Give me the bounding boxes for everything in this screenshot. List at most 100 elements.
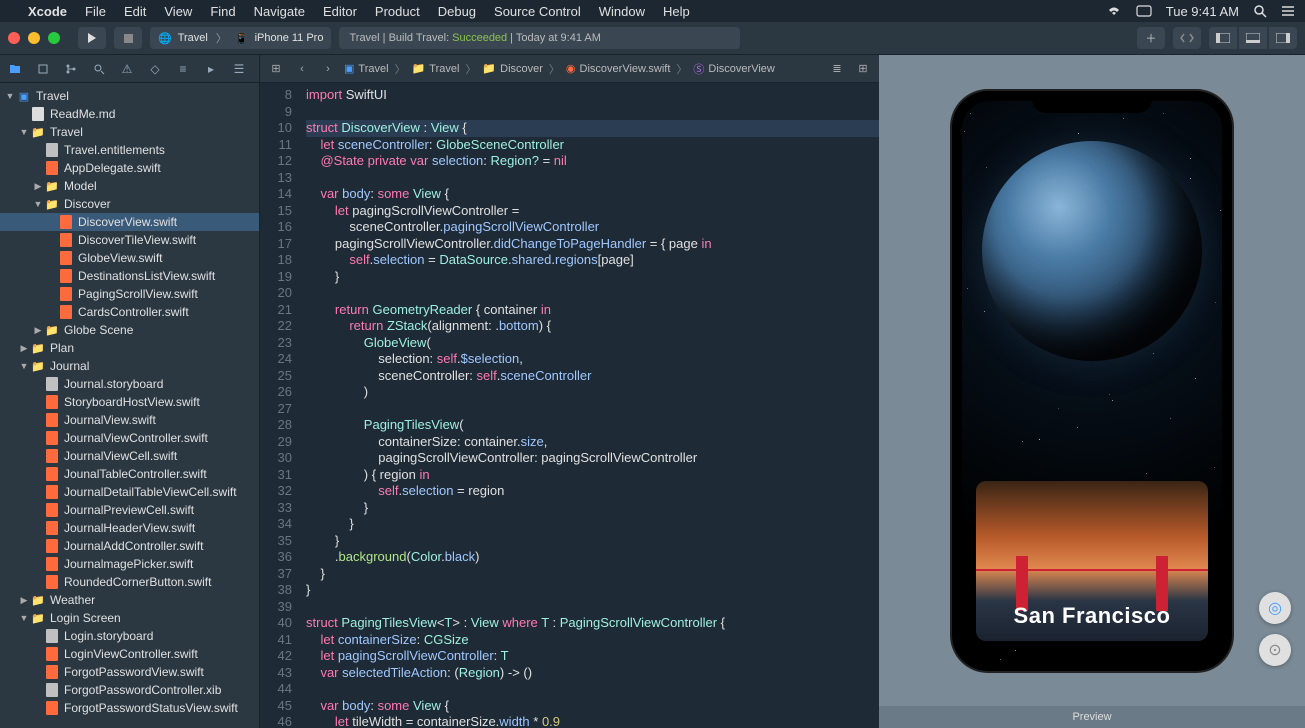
tree-item[interactable]: ▶📁Globe Scene <box>0 321 259 339</box>
tree-item[interactable]: JournalHeaderView.swift <box>0 519 259 537</box>
tree-item[interactable]: ▼▣Travel <box>0 87 259 105</box>
disclosure-triangle-icon[interactable]: ▶ <box>32 181 44 192</box>
source-editor[interactable]: 8910111213141516171819202122232425262728… <box>260 83 879 728</box>
project-navigator-icon[interactable] <box>6 60 24 78</box>
adjust-editor-options-icon[interactable]: ≣ <box>827 60 847 78</box>
minimize-window-button[interactable] <box>28 32 40 44</box>
control-center-icon[interactable] <box>1136 5 1152 17</box>
tree-item[interactable]: DestinationsListView.swift <box>0 267 259 285</box>
tree-item[interactable]: RoundedCornerButton.swift <box>0 573 259 591</box>
report-navigator-icon[interactable]: ☰ <box>230 60 248 78</box>
tree-item[interactable]: AppDelegate.swift <box>0 159 259 177</box>
tree-item[interactable]: JournalDetailTableViewCell.swift <box>0 483 259 501</box>
tree-item[interactable]: Travel.entitlements <box>0 141 259 159</box>
tree-item[interactable]: CardsController.swift <box>0 303 259 321</box>
forward-button[interactable]: › <box>318 60 338 78</box>
live-preview-button[interactable]: ◎ <box>1259 592 1291 624</box>
scheme-selector[interactable]: 🌐 Travel 〉 📱 iPhone 11 Pro <box>150 27 331 49</box>
code-lines[interactable]: import SwiftUI struct DiscoverView : Vie… <box>300 83 879 728</box>
app-menu[interactable]: Xcode <box>28 4 67 19</box>
disclosure-triangle-icon[interactable]: ▶ <box>32 325 44 336</box>
tree-item[interactable]: Journal.storyboard <box>0 375 259 393</box>
stop-button[interactable] <box>114 27 142 49</box>
code-review-button[interactable] <box>1173 27 1201 49</box>
activity-status: Succeeded <box>452 32 507 44</box>
project-tree[interactable]: ▼▣TravelReadMe.md▼📁TravelTravel.entitlem… <box>0 83 259 721</box>
tree-item[interactable]: ▼📁Journal <box>0 357 259 375</box>
tree-item[interactable]: ▼📁Travel <box>0 123 259 141</box>
tree-item[interactable]: JournalAddController.swift <box>0 537 259 555</box>
tree-item[interactable]: StoryboardHostView.swift <box>0 393 259 411</box>
disclosure-triangle-icon[interactable]: ▶ <box>18 595 30 606</box>
menu-find[interactable]: Find <box>210 4 235 19</box>
tree-item[interactable]: DiscoverTileView.swift <box>0 231 259 249</box>
tree-item[interactable]: ▶📁Plan <box>0 339 259 357</box>
toggle-debug-button[interactable] <box>1239 27 1267 49</box>
jumpbar-seg-0[interactable]: ▣Travel <box>344 62 389 75</box>
menu-extras-icon[interactable] <box>1281 5 1295 17</box>
tree-item[interactable]: JournalPreviewCell.swift <box>0 501 259 519</box>
disclosure-triangle-icon[interactable]: ▼ <box>32 199 44 209</box>
jumpbar-seg-2[interactable]: 📁Discover <box>482 62 543 75</box>
jumpbar-seg-4[interactable]: ⓈDiscoverView <box>693 61 774 77</box>
menu-file[interactable]: File <box>85 4 106 19</box>
toggle-navigator-button[interactable] <box>1209 27 1237 49</box>
tree-item[interactable]: LoginViewController.swift <box>0 645 259 663</box>
menu-view[interactable]: View <box>164 4 192 19</box>
wifi-icon[interactable] <box>1106 5 1122 17</box>
clock[interactable]: Tue 9:41 AM <box>1166 4 1239 19</box>
activity-viewer[interactable]: Travel | Build Travel: Succeeded | Today… <box>339 27 740 49</box>
add-editor-icon[interactable]: ⊞ <box>853 60 873 78</box>
menu-source-control[interactable]: Source Control <box>494 4 581 19</box>
related-items-icon[interactable]: ⊞ <box>266 60 286 78</box>
library-button[interactable]: ＋ <box>1137 27 1165 49</box>
preview-screen[interactable]: San Francisco <box>962 101 1222 661</box>
zoom-window-button[interactable] <box>48 32 60 44</box>
menu-navigate[interactable]: Navigate <box>254 4 305 19</box>
tree-item[interactable]: JournalViewCell.swift <box>0 447 259 465</box>
issue-navigator-icon[interactable]: ⚠ <box>118 60 136 78</box>
tree-item[interactable]: ▶📁Weather <box>0 591 259 609</box>
menu-product[interactable]: Product <box>375 4 420 19</box>
menu-editor[interactable]: Editor <box>323 4 357 19</box>
disclosure-triangle-icon[interactable]: ▼ <box>18 127 30 137</box>
tree-item[interactable]: ForgotPasswordController.xib <box>0 681 259 699</box>
disclosure-triangle-icon[interactable]: ▼ <box>18 361 30 371</box>
run-button[interactable] <box>78 27 106 49</box>
tree-item[interactable]: JounalTableController.swift <box>0 465 259 483</box>
preview-on-device-button[interactable]: ⊙ <box>1259 634 1291 666</box>
jumpbar-seg-3[interactable]: ◉DiscoverView.swift <box>566 62 671 75</box>
tree-item[interactable]: ▼📁Discover <box>0 195 259 213</box>
tree-item[interactable]: ForgotPasswordStatusView.swift <box>0 699 259 717</box>
line-gutter[interactable]: 8910111213141516171819202122232425262728… <box>260 83 300 728</box>
tree-item[interactable]: ▼📁Login Screen <box>0 609 259 627</box>
tree-item[interactable]: JournalViewController.swift <box>0 429 259 447</box>
tree-item[interactable]: PagingScrollView.swift <box>0 285 259 303</box>
disclosure-triangle-icon[interactable]: ▼ <box>4 91 16 101</box>
tree-item[interactable]: ReadMe.md <box>0 105 259 123</box>
tree-item[interactable]: Login.storyboard <box>0 627 259 645</box>
jumpbar-seg-1[interactable]: 📁Travel <box>412 62 460 75</box>
spotlight-icon[interactable] <box>1253 4 1267 18</box>
disclosure-triangle-icon[interactable]: ▼ <box>18 613 30 623</box>
find-navigator-icon[interactable] <box>90 60 108 78</box>
back-button[interactable]: ‹ <box>292 60 312 78</box>
breakpoint-navigator-icon[interactable]: ▸ <box>202 60 220 78</box>
tree-item[interactable]: DiscoverView.swift <box>0 213 259 231</box>
tree-item[interactable]: JournalmagePicker.swift <box>0 555 259 573</box>
tree-item[interactable]: JournalView.swift <box>0 411 259 429</box>
debug-navigator-icon[interactable]: ≡ <box>174 60 192 78</box>
close-window-button[interactable] <box>8 32 20 44</box>
menu-window[interactable]: Window <box>599 4 645 19</box>
symbol-navigator-icon[interactable] <box>62 60 80 78</box>
menu-debug[interactable]: Debug <box>438 4 476 19</box>
toggle-inspector-button[interactable] <box>1269 27 1297 49</box>
test-navigator-icon[interactable]: ◇ <box>146 60 164 78</box>
menu-help[interactable]: Help <box>663 4 690 19</box>
menu-edit[interactable]: Edit <box>124 4 146 19</box>
source-control-navigator-icon[interactable] <box>34 60 52 78</box>
tree-item[interactable]: GlobeView.swift <box>0 249 259 267</box>
tree-item[interactable]: ForgotPasswordView.swift <box>0 663 259 681</box>
tree-item[interactable]: ▶📁Model <box>0 177 259 195</box>
disclosure-triangle-icon[interactable]: ▶ <box>18 343 30 354</box>
